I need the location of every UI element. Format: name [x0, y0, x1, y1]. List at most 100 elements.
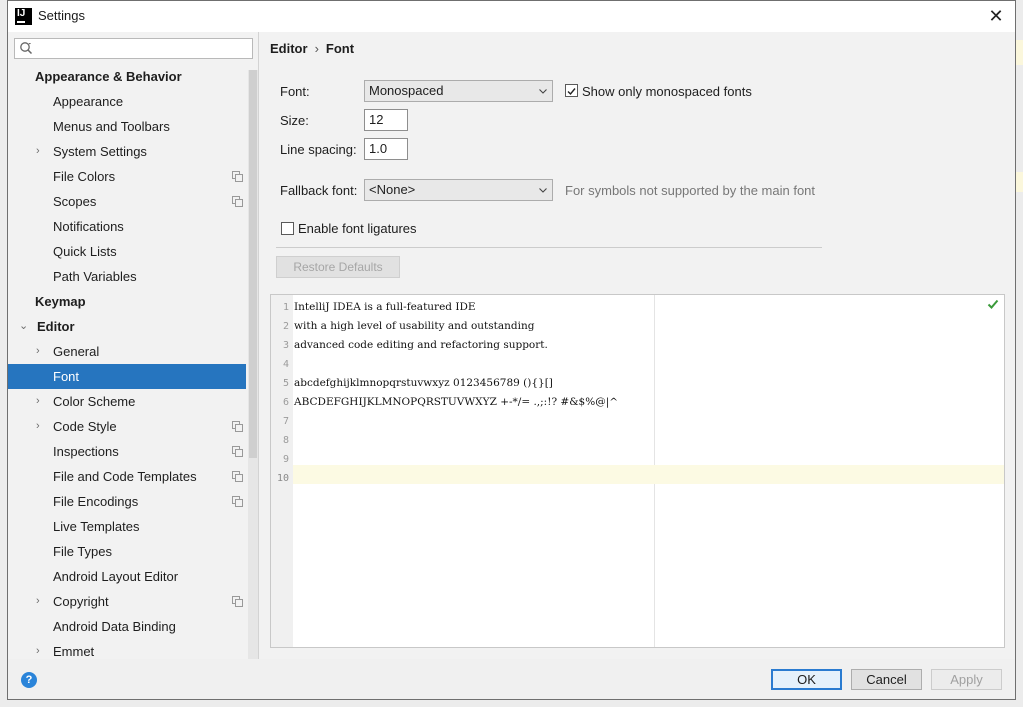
chevron-right-icon[interactable]: ›	[36, 339, 40, 364]
sidebar-item[interactable]: Appearance & Behavior	[8, 64, 246, 89]
show-monospaced-checkbox[interactable]	[565, 84, 578, 97]
search-input[interactable]	[14, 38, 253, 59]
font-preview-editor[interactable]: 1 IntelliJ IDEA is a full-featured IDE 2 wi…	[270, 294, 1005, 648]
fallback-font-combo[interactable]: <None>	[364, 179, 553, 201]
sidebar-item[interactable]: File Types	[8, 539, 246, 564]
line-spacing-label: Line spacing:	[280, 142, 357, 157]
sidebar-item-label: Inspections	[53, 444, 119, 459]
settings-sidebar: Appearance & Behavior Appearance Menus and…	[8, 32, 259, 659]
sidebar-item[interactable]: Notifications	[8, 214, 246, 239]
chevron-down-icon[interactable]: ⌄	[19, 314, 28, 339]
font-combo-value: Monospaced	[369, 83, 444, 98]
content-scrollbar[interactable]	[1007, 63, 1015, 659]
chevron-down-icon	[539, 89, 547, 94]
line-number: 3	[282, 340, 289, 351]
settings-content: Editor › Font Font: Monospaced Show only m…	[260, 32, 1016, 659]
sidebar-item-label: General	[53, 344, 100, 359]
sidebar-item[interactable]: Live Templates	[8, 514, 246, 539]
title-bar: IJ Settings ✕	[8, 1, 1015, 32]
size-label: Size:	[280, 113, 309, 128]
chevron-right-icon[interactable]: ›	[36, 139, 40, 164]
breadcrumb-separator: ›	[314, 41, 319, 56]
help-icon[interactable]: ?	[21, 672, 37, 688]
line-number: 2	[282, 321, 289, 332]
sidebar-item-label: Code Style	[53, 419, 117, 434]
sidebar-item[interactable]: › Code Style	[8, 414, 246, 439]
chevron-down-icon	[539, 188, 547, 193]
window-title: Settings	[38, 8, 85, 23]
sidebar-item[interactable]: Keymap	[8, 289, 246, 314]
font-label: Font:	[280, 84, 310, 99]
breadcrumb-current: Font	[325, 41, 355, 56]
line-number: 8	[282, 435, 289, 446]
sidebar-item[interactable]: Menus and Toolbars	[8, 114, 246, 139]
sidebar-item-label: Live Templates	[53, 519, 140, 534]
sidebar-item-label: Android Data Binding	[53, 619, 176, 634]
sidebar-item[interactable]: Appearance	[8, 89, 246, 114]
font-ligatures-checkbox[interactable]	[281, 222, 294, 235]
sidebar-item-label: Color Scheme	[53, 394, 136, 409]
breadcrumb-parent[interactable]: Editor	[270, 41, 308, 56]
font-ligatures-label[interactable]: Enable font ligatures	[298, 221, 417, 236]
project-settings-icon	[232, 171, 243, 182]
chevron-right-icon[interactable]: ›	[36, 639, 40, 659]
line-number: 4	[282, 359, 289, 370]
project-settings-icon	[232, 596, 243, 607]
intellij-app-icon: IJ	[15, 8, 32, 25]
editor-line-text: IntelliJ IDEA is a full-featured IDE	[294, 301, 476, 313]
cancel-button[interactable]: Cancel	[851, 669, 922, 690]
sidebar-item-label: Copyright	[53, 594, 109, 609]
apply-button[interactable]: Apply	[931, 669, 1002, 690]
line-number: 6	[282, 397, 289, 408]
project-settings-icon	[232, 446, 243, 457]
sidebar-item-label: File and Code Templates	[53, 469, 197, 484]
sidebar-item[interactable]: File and Code Templates	[8, 464, 246, 489]
restore-defaults-button[interactable]: Restore Defaults	[276, 256, 400, 278]
sidebar-item[interactable]: Android Data Binding	[8, 614, 246, 639]
sidebar-item[interactable]: Quick Lists	[8, 239, 246, 264]
sidebar-item-label: File Colors	[53, 169, 116, 184]
show-monospaced-label[interactable]: Show only monospaced fonts	[582, 84, 752, 99]
background-ide-strip	[1016, 172, 1023, 192]
sidebar-item[interactable]: Inspections	[8, 439, 246, 464]
sidebar-item[interactable]: Scopes	[8, 189, 246, 214]
sidebar-item[interactable]: › General	[8, 339, 246, 364]
size-field[interactable]: 12	[364, 109, 408, 131]
chevron-right-icon[interactable]: ›	[36, 414, 40, 439]
font-combo[interactable]: Monospaced	[364, 80, 553, 102]
sidebar-item[interactable]: File Encodings	[8, 489, 246, 514]
sidebar-scrollbar-thumb[interactable]	[249, 70, 257, 458]
dialog-footer: ? OK Cancel Apply	[8, 659, 1015, 699]
fallback-font-label: Fallback font:	[280, 183, 358, 198]
sidebar-item-label: Editor	[37, 319, 75, 334]
sidebar-item[interactable]: File Colors	[8, 164, 246, 189]
sidebar-item[interactable]: Android Layout Editor	[8, 564, 246, 589]
sidebar-item-label: Android Layout Editor	[53, 569, 179, 584]
line-spacing-field[interactable]: 1.0	[364, 138, 408, 160]
project-settings-icon	[232, 196, 243, 207]
sidebar-item[interactable]: Font	[8, 364, 246, 389]
sidebar-item[interactable]: › Color Scheme	[8, 389, 246, 414]
chevron-right-icon[interactable]: ›	[36, 589, 40, 614]
line-number: 7	[282, 416, 289, 427]
sidebar-item[interactable]: › System Settings	[8, 139, 246, 164]
sidebar-item-label: Font	[53, 369, 80, 384]
line-number: 1	[282, 302, 289, 313]
sidebar-item-label: Menus and Toolbars	[53, 119, 170, 134]
sidebar-item-label: Keymap	[35, 294, 86, 309]
editor-line-text: with a high level of usability and outst…	[294, 320, 535, 332]
checkmark-icon	[567, 88, 576, 96]
sidebar-item[interactable]: › Emmet	[8, 639, 246, 659]
project-settings-icon	[232, 421, 243, 432]
sidebar-item[interactable]: ⌄ Editor	[8, 314, 246, 339]
close-icon[interactable]: ✕	[985, 5, 1007, 27]
chevron-right-icon[interactable]: ›	[36, 389, 40, 414]
project-settings-icon	[232, 471, 243, 482]
sidebar-item-label: Scopes	[53, 194, 97, 209]
ok-button[interactable]: OK	[771, 669, 842, 690]
sidebar-item[interactable]: Path Variables	[8, 264, 246, 289]
sidebar-scrollbar[interactable]	[248, 70, 258, 659]
sidebar-item[interactable]: › Copyright	[8, 589, 246, 614]
settings-tree: Appearance & Behavior Appearance Menus and…	[8, 64, 246, 659]
breadcrumb: Editor › Font	[270, 41, 354, 56]
